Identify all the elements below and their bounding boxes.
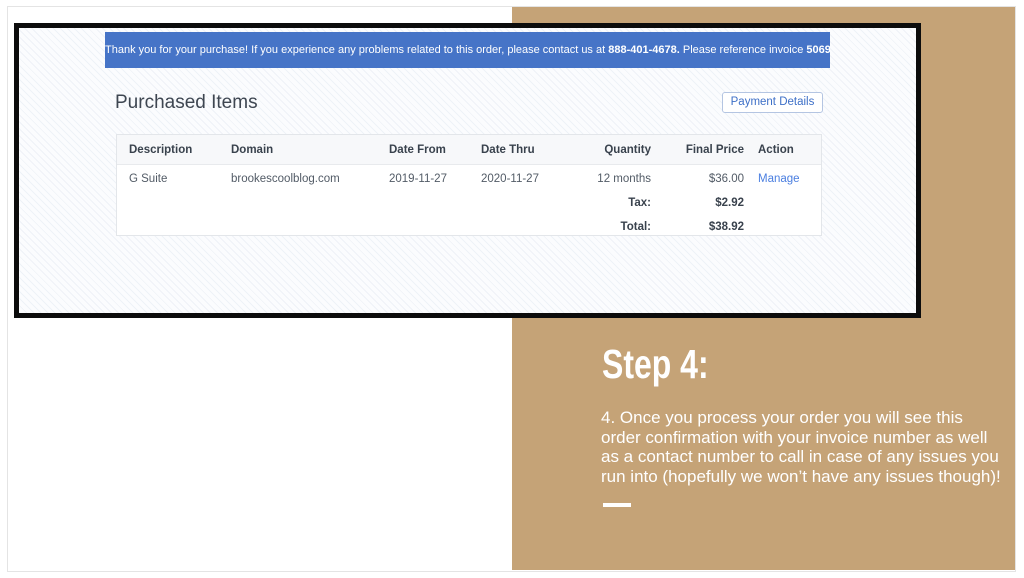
row-date-from: 2019-11-27 (389, 172, 447, 186)
step-description: 4. Once you process your order you will … (601, 408, 1016, 486)
table-header-row: Description Domain Date From Date Thru Q… (117, 135, 821, 165)
order-confirmation-screenshot: Thank you for your purchase! If you expe… (14, 23, 921, 318)
page-title: Purchased Items (115, 92, 258, 114)
total-value: $38.92 (644, 220, 744, 234)
banner-phone-number: 888-401-4678. (608, 44, 680, 56)
divider-dash (603, 503, 631, 507)
header-action: Action (758, 143, 794, 157)
header-date-thru: Date Thru (481, 143, 535, 157)
row-quantity: 12 months (551, 172, 651, 186)
header-final-price: Final Price (644, 143, 744, 157)
header-quantity: Quantity (551, 143, 651, 157)
header-domain: Domain (231, 143, 273, 157)
step-heading: Step 4: (602, 341, 709, 388)
purchased-items-table: Description Domain Date From Date Thru Q… (116, 134, 822, 236)
row-date-thru: 2020-11-27 (481, 172, 539, 186)
total-label: Total: (551, 220, 651, 234)
row-description: G Suite (129, 172, 167, 186)
payment-details-button[interactable]: Payment Details (722, 92, 823, 113)
header-date-from: Date From (389, 143, 446, 157)
thank-you-banner: Thank you for your purchase! If you expe… (105, 32, 830, 68)
tax-label: Tax: (551, 196, 651, 210)
tax-value: $2.92 (644, 196, 744, 210)
banner-invoice-number: 50691852 (806, 44, 830, 56)
row-final-price: $36.00 (644, 172, 744, 186)
banner-text: Thank you for your purchase! If you expe… (105, 44, 608, 56)
row-domain: brookescoolblog.com (231, 172, 340, 186)
manage-link[interactable]: Manage (758, 172, 800, 186)
header-description: Description (129, 143, 192, 157)
